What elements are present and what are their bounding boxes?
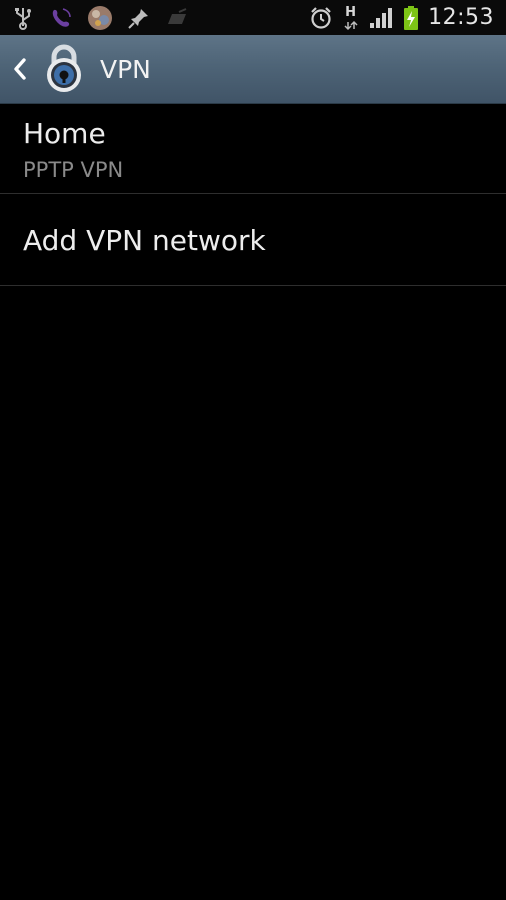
add-vpn-network-label: Add VPN network xyxy=(23,224,266,257)
battery-charging-icon xyxy=(402,5,420,31)
vpn-profile-home[interactable]: Home PPTP VPN xyxy=(0,104,506,194)
avatar-icon xyxy=(86,4,114,32)
pin-icon xyxy=(126,5,152,31)
screen: H 12:53 VPN Home PPTP VPN Add VPN networ… xyxy=(0,0,506,900)
vpn-lock-icon[interactable] xyxy=(44,43,84,95)
back-chevron-icon[interactable] xyxy=(10,55,30,83)
vpn-list: Home PPTP VPN Add VPN network xyxy=(0,104,506,286)
page-title: VPN xyxy=(100,54,151,84)
vpn-profile-name: Home xyxy=(23,117,106,150)
status-bar: H 12:53 xyxy=(0,0,506,35)
action-bar[interactable]: VPN xyxy=(0,35,506,104)
status-clock: 12:53 xyxy=(428,5,494,30)
alarm-icon xyxy=(308,5,334,31)
sim-card-icon xyxy=(164,5,190,31)
signal-icon xyxy=(368,5,394,31)
viber-icon xyxy=(48,5,74,31)
usb-icon xyxy=(10,5,36,31)
vpn-profile-type: PPTP VPN xyxy=(23,158,124,182)
network-type-icon: H xyxy=(342,5,360,31)
add-vpn-network-button[interactable]: Add VPN network xyxy=(0,194,506,286)
